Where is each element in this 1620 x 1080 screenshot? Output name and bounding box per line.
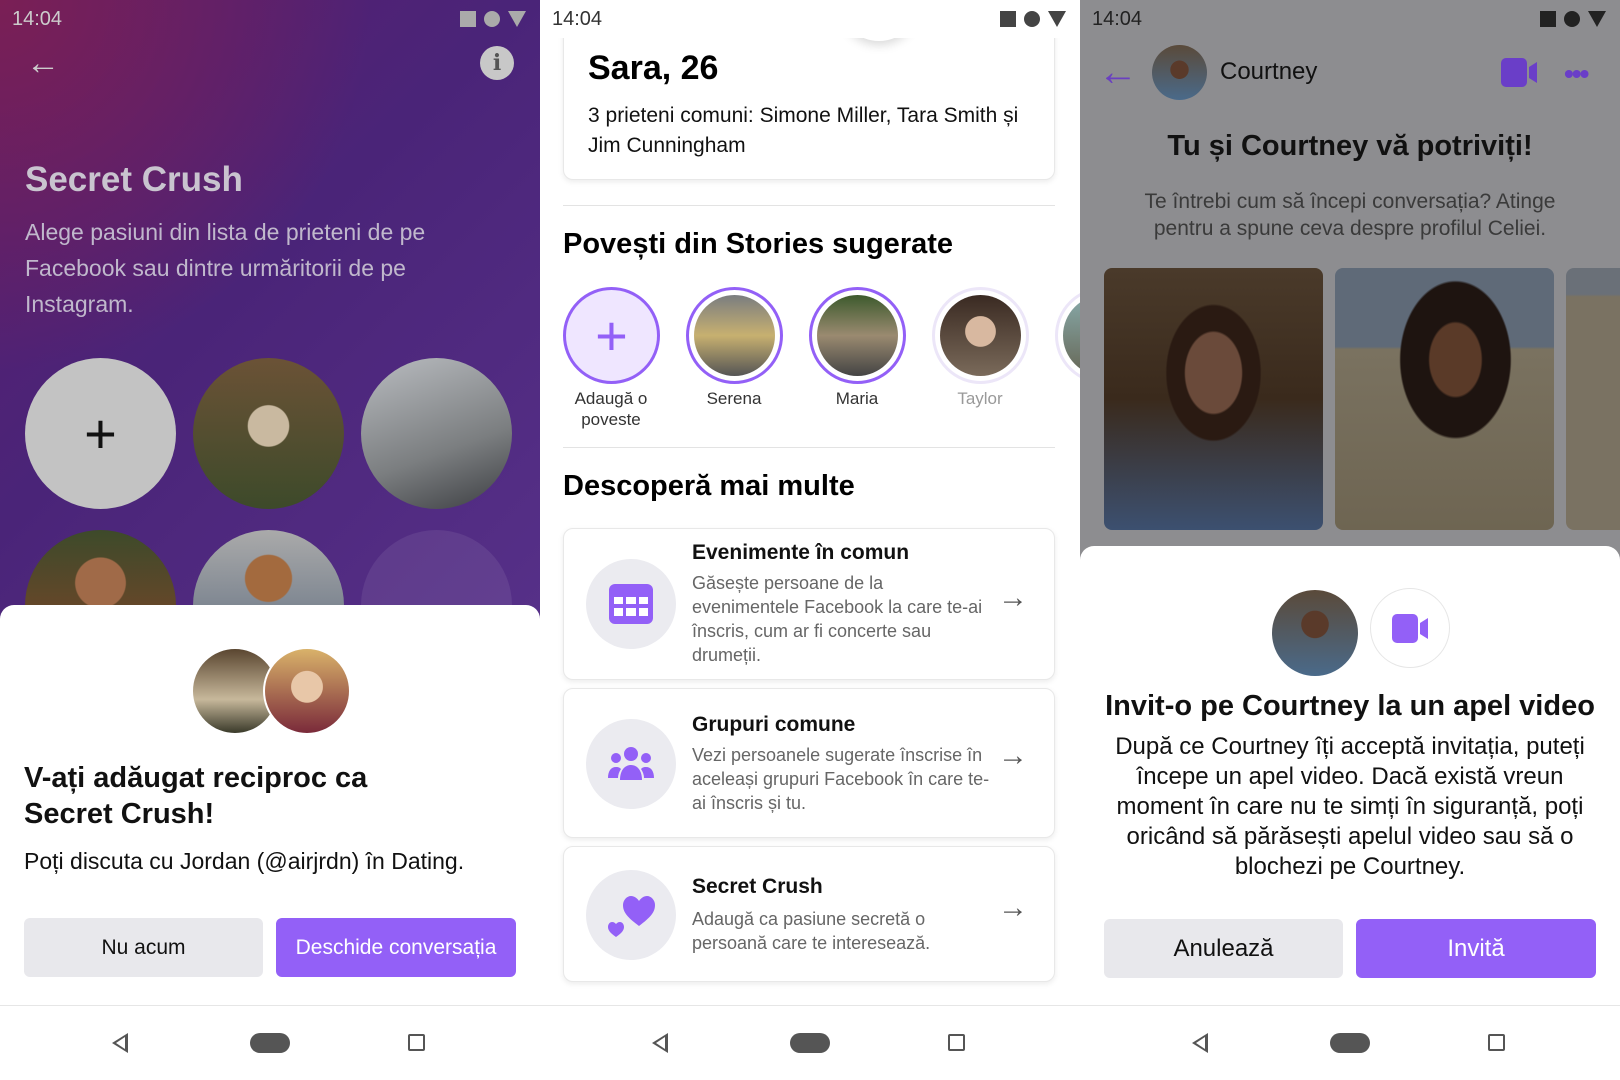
nav-recents-icon[interactable] [948,1034,965,1051]
feature-card-groups[interactable]: Grupuri comune Vezi persoanele sugerate … [563,688,1055,838]
status-bar: 14:04 [540,0,1080,38]
story-serena[interactable] [686,287,783,384]
nav-back-icon[interactable] [112,1033,128,1053]
video-invite-sheet: Invit-o pe Courtney la un apel video Dup… [1080,546,1620,1005]
signal-icon [460,11,476,27]
status-time: 14:04 [1092,8,1143,30]
nav-home-icon[interactable] [250,1033,290,1053]
divider [563,205,1055,206]
divider [563,447,1055,448]
nav-recents-icon[interactable] [408,1034,425,1051]
battery-icon [1588,11,1606,27]
story-maria[interactable] [809,287,906,384]
profile-name: Sara, 26 [588,49,719,87]
crush-photo[interactable] [193,358,344,509]
feature-description: Adaugă ca pasiune secretă o persoană car… [692,909,931,953]
battery-icon [1048,11,1066,27]
video-call-icon[interactable] [1501,58,1538,87]
story-taylor[interactable] [932,287,1029,384]
feature-card-secret-crush[interactable]: Secret Crush Adaugă ca pasiune secretă o… [563,846,1055,982]
info-icon[interactable]: i [480,46,514,80]
match-sheet: V-ați adăugat reciproc ca Secret Crush! … [0,605,540,1005]
crush-photo[interactable] [361,358,512,509]
video-icon-badge [1370,588,1450,668]
story-label: Adaugă o poveste [574,389,648,429]
profile-photo[interactable] [1104,268,1323,530]
contact-avatar[interactable] [1152,45,1207,100]
profile-photo[interactable] [1566,268,1620,530]
feature-title: Secret Crush [692,875,823,898]
hearts-icon [586,870,676,960]
add-story-button[interactable]: + [563,287,660,384]
group-icon [586,719,676,809]
invite-button[interactable]: Invită [1356,919,1596,978]
back-arrow-icon[interactable]: ← [1098,50,1138,95]
story-jo[interactable] [1055,287,1080,384]
feature-card-events[interactable]: Evenimente în comun Găsește persoane de … [563,528,1055,680]
calendar-icon [586,559,676,649]
nav-bar [540,1005,1080,1080]
wifi-icon [1024,11,1040,27]
battery-icon [508,11,526,27]
profile-screen: Sara, 26 3 prieteni comuni: Simone Mille… [540,0,1080,1080]
nav-bar [1080,1005,1620,1080]
signal-icon [1000,11,1016,27]
stories-heading: Povești din Stories sugerate [563,228,954,260]
feature-title: Evenimente în comun [692,541,910,564]
add-crush-button[interactable]: + [25,358,176,509]
sheet-body: După ce Courtney îți acceptă invitația, … [1115,733,1585,880]
cancel-button[interactable]: Anulează [1104,919,1343,978]
nav-home-icon[interactable] [1330,1033,1370,1053]
match-title: Tu și Courtney vă potriviți! [1167,130,1533,162]
match-subtitle: Te întrebi cum să începi conversația? At… [1144,190,1556,240]
contact-name: Courtney [1220,58,1318,85]
feature-title: Grupuri comune [692,713,856,736]
nav-back-icon[interactable] [652,1033,668,1053]
arrow-right-icon: → [998,581,1028,614]
page-title: Secret Crush [25,160,243,199]
sheet-title: Invit-o pe Courtney la un apel video [1105,690,1595,722]
open-conversation-button[interactable]: Deschide conversația [276,918,516,977]
story-label: Maria [835,389,879,408]
arrow-right-icon: → [998,891,1028,924]
not-now-button[interactable]: Nu acum [24,918,263,977]
status-time: 14:04 [552,8,603,30]
status-time: 14:04 [12,8,63,30]
match-chat-screen: 14:04 ← Courtney ••• Tu și Courtney vă p… [1080,0,1620,1080]
nav-bar [0,1005,540,1080]
contact-avatar [1270,588,1360,678]
secret-crush-screen: 14:04 ← i Secret Crush Alege pasiuni din… [0,0,540,1080]
avatar [263,647,351,735]
nav-recents-icon[interactable] [1488,1034,1505,1051]
arrow-right-icon: → [998,739,1028,772]
story-label: Serena [706,389,762,408]
story-label: Taylor [957,389,1003,408]
profile-photo[interactable] [1335,268,1554,530]
mutual-friends: 3 prieteni comuni: Simone Miller, Tara S… [588,104,1019,157]
nav-back-icon[interactable] [1192,1033,1208,1053]
wifi-icon [1564,11,1580,27]
feature-description: Vezi persoanele sugerate înscrise în ace… [692,745,990,813]
plus-icon: + [84,402,117,465]
more-options-icon[interactable]: ••• [1564,58,1589,90]
feature-description: Găsește persoane de la evenimentele Face… [692,573,983,665]
sheet-title: V-ați adăugat reciproc ca Secret Crush! [24,762,368,830]
status-bar: 14:04 [0,0,540,38]
nav-home-icon[interactable] [790,1033,830,1053]
sheet-body: Poți discuta cu Jordan (@airjrdn) în Dat… [24,848,465,874]
signal-icon [1540,11,1556,27]
plus-icon: + [595,304,628,367]
back-arrow-icon[interactable]: ← [26,44,60,83]
wifi-icon [484,11,500,27]
story-label: Jo [1043,388,1080,409]
discover-heading: Descoperă mai multe [563,470,855,502]
status-bar: 14:04 [1080,0,1620,38]
page-description: Alege pasiuni din lista de prieteni de p… [25,219,426,317]
